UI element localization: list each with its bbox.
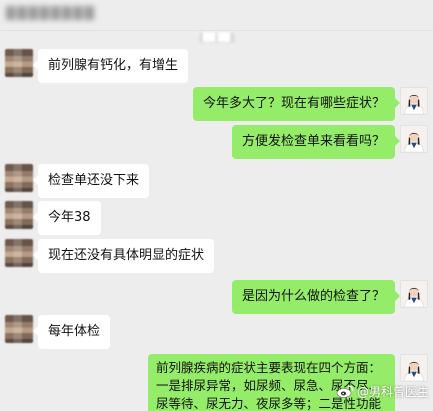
doctor-avatar[interactable] [400,125,428,153]
weibo-icon [336,385,354,398]
weibo-watermark: @男科曾医生 [336,382,429,400]
message-bubble-patient[interactable]: 现在还没有具体明显的症状 [32,239,215,273]
message-bubble-doctor[interactable]: 是因为什么做的检查了？ [231,280,401,314]
doctor-avatar-icon [401,355,427,381]
header-divider [0,30,433,31]
message-bubble-doctor[interactable]: 今年多大了？现在有哪些症状？ [192,87,401,121]
patient-avatar[interactable] [5,315,33,343]
message-bubble-patient[interactable]: 前列腺有钙化，有增生 [32,49,189,83]
patient-avatar[interactable] [5,201,33,229]
doctor-avatar-icon [401,88,427,114]
doctor-avatar[interactable] [400,87,428,115]
doctor-avatar[interactable] [400,280,428,308]
chat-screen: ████████ ██ ██ 前列腺有钙化，有增生 今年多大了？现在有哪些症状？… [0,0,433,411]
patient-avatar[interactable] [5,239,33,267]
message-bubble-doctor[interactable]: 方便发检查单来看看吗？ [231,125,401,159]
doctor-avatar[interactable] [400,354,428,382]
message-bubble-patient[interactable]: 每年体检 [32,315,111,349]
patient-avatar[interactable] [5,164,33,192]
message-timestamp: ██ ██ [198,33,235,43]
doctor-avatar-icon [401,281,427,307]
doctor-avatar-icon [401,126,427,152]
chat-header: ████████ [0,0,433,30]
patient-avatar[interactable] [5,49,33,77]
message-bubble-patient[interactable]: 检查单还没下来 [32,164,150,198]
message-bubble-patient[interactable]: 今年38 [33,201,101,235]
chat-title: ████████ [6,6,96,20]
watermark-text: @男科曾医生 [356,384,429,399]
